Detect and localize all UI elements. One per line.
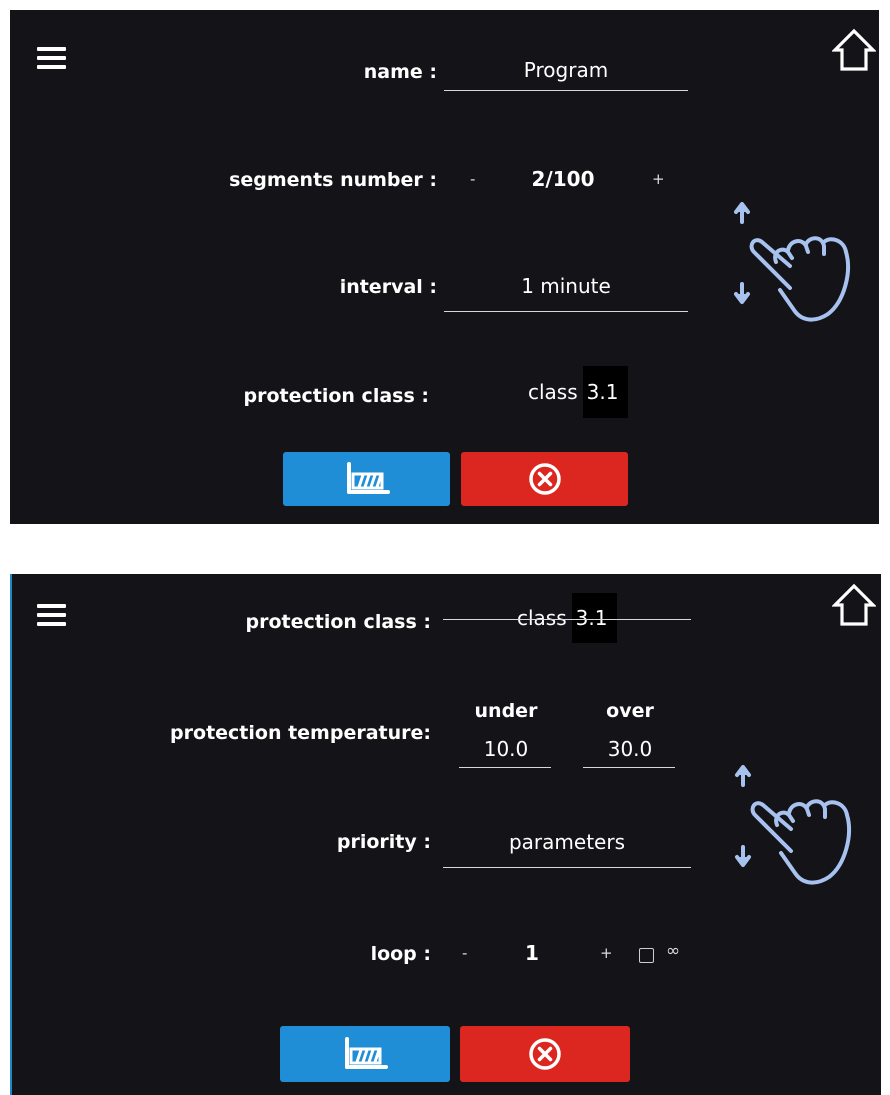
priority-underline	[443, 867, 691, 868]
interval-label: interval :	[339, 276, 437, 298]
interval-underline	[444, 311, 688, 312]
under-underline	[459, 767, 551, 768]
settings-screen-top: name : Program segments number : - 2/100…	[10, 10, 879, 524]
interval-field[interactable]: 1 minute	[444, 274, 688, 298]
chart-icon	[346, 462, 390, 494]
name-underline	[444, 90, 688, 91]
class-value: 3.1	[582, 366, 629, 418]
cancel-button[interactable]	[461, 452, 628, 506]
loop-value: 1	[525, 941, 539, 965]
protection-class-label: protection class :	[245, 611, 431, 633]
segments-number-label: segments number :	[229, 169, 437, 191]
home-icon[interactable]	[832, 582, 876, 628]
swipe-hand-icon	[734, 202, 850, 322]
under-temperature-field[interactable]: 10.0	[458, 737, 554, 761]
class-value: 3.1	[571, 593, 618, 643]
swipe-hand-icon	[735, 765, 851, 885]
protection-temperature-label: protection temperature:	[170, 722, 431, 744]
cancel-button[interactable]	[460, 1026, 630, 1082]
settings-screen-bottom: protection class : class 3.1 protection …	[10, 574, 881, 1095]
over-underline	[583, 767, 675, 768]
class-word: class	[517, 606, 567, 630]
loop-increment-button[interactable]: +	[600, 944, 613, 962]
protection-class-selector[interactable]: class 3.1	[517, 593, 618, 643]
segments-increment-button[interactable]: +	[652, 170, 665, 188]
infinity-symbol: ∞	[666, 941, 681, 961]
infinite-loop-checkbox[interactable]	[639, 948, 654, 963]
priority-field[interactable]: parameters	[443, 830, 691, 854]
menu-icon[interactable]	[37, 47, 66, 69]
under-label: under	[474, 700, 538, 722]
class-word: class	[528, 380, 578, 404]
cancel-icon	[529, 1038, 561, 1070]
menu-icon[interactable]	[37, 604, 66, 626]
protection-class-selector[interactable]: class 3.1	[528, 366, 629, 418]
name-label: name :	[363, 61, 437, 83]
program-chart-button[interactable]	[280, 1026, 450, 1082]
priority-label: priority :	[336, 831, 431, 853]
segments-number-value: 2/100	[531, 167, 595, 191]
cancel-icon	[528, 463, 561, 495]
name-field[interactable]: Program	[444, 58, 688, 82]
over-label: over	[606, 700, 654, 722]
home-icon[interactable]	[832, 27, 876, 73]
protection-class-label: protection class :	[243, 385, 429, 407]
program-chart-button[interactable]	[283, 452, 450, 506]
segments-decrement-button[interactable]: -	[470, 170, 475, 188]
loop-label: loop :	[370, 943, 431, 965]
protection-class-underline	[443, 619, 691, 620]
over-temperature-field[interactable]: 30.0	[582, 737, 678, 761]
chart-icon	[345, 1037, 388, 1069]
loop-decrement-button[interactable]: -	[462, 944, 467, 962]
